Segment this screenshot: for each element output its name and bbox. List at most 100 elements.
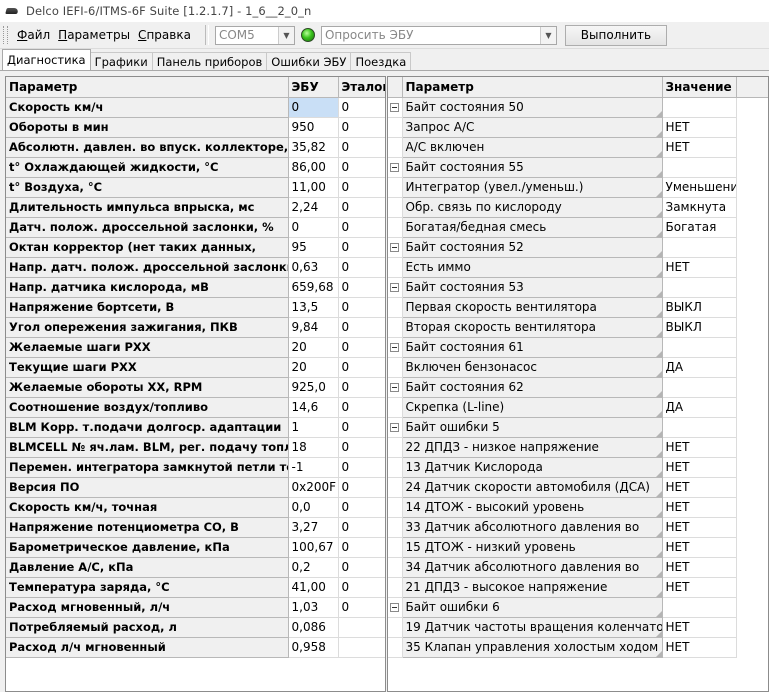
table-row[interactable]: Барометрическое давление, кПа 100,67 0 (6, 537, 385, 558)
table-row[interactable]: 14 ДТОЖ - высокий уровень НЕТ (388, 497, 768, 518)
tree-cell[interactable] (388, 97, 403, 118)
value-cell[interactable]: НЕТ (662, 537, 737, 558)
ecu-value-cell[interactable]: 18 (288, 437, 339, 458)
table-row[interactable]: Напряжение потенциометра СО, В 3,27 0 (6, 517, 385, 538)
value-cell[interactable] (662, 237, 737, 258)
ecu-value-cell[interactable]: -1 (288, 457, 339, 478)
table-row[interactable]: BLMCELL № яч.лам. BLM, рег. подачу топли… (6, 437, 385, 458)
value-cell[interactable]: НЕТ (662, 457, 737, 478)
reference-value-cell[interactable] (338, 637, 385, 658)
ecu-value-cell[interactable]: 0,0 (288, 497, 339, 518)
reference-value-cell[interactable]: 0 (338, 157, 385, 178)
reference-value-cell[interactable]: 0 (338, 377, 385, 398)
table-row[interactable]: Желаемые обороты ХХ, RPM 925,0 0 (6, 377, 385, 398)
reference-value-cell[interactable]: 0 (338, 357, 385, 378)
table-row[interactable]: Вторая скорость вентилятора ВЫКЛ (388, 317, 768, 338)
collapse-icon[interactable] (390, 162, 399, 172)
ecu-value-cell[interactable]: 41,00 (288, 577, 339, 598)
group-row[interactable]: Байт состояния 52 (388, 237, 768, 258)
ecu-value-cell[interactable]: 0,086 (288, 617, 339, 638)
reference-value-cell[interactable]: 0 (338, 277, 385, 298)
table-row[interactable]: Датч. полож. дроссельной заслонки, % 0 0 (6, 217, 385, 238)
tree-cell[interactable] (388, 417, 403, 438)
ecu-value-cell[interactable]: 20 (288, 337, 339, 358)
reference-value-cell[interactable]: 0 (338, 137, 385, 158)
group-row[interactable]: Байт состояния 53 (388, 277, 768, 298)
ecu-value-cell[interactable]: 95 (288, 237, 339, 258)
tree-cell[interactable] (388, 277, 403, 298)
table-row[interactable]: Обороты в мин 950 0 (6, 117, 385, 138)
value-cell[interactable]: ВЫКЛ (662, 297, 737, 318)
value-cell[interactable]: ДА (662, 397, 737, 418)
tab-ecu-errors[interactable]: Ошибки ЭБУ (266, 52, 352, 70)
ecu-value-cell[interactable]: 9,84 (288, 317, 339, 338)
group-row[interactable]: Байт состояния 62 (388, 377, 768, 398)
value-cell[interactable]: ДА (662, 357, 737, 378)
table-row[interactable]: 24 Датчик скорости автомобиля (ДСА) НЕТ (388, 477, 768, 498)
table-row[interactable]: Напр. датч. полож. дроссельной заслонки,… (6, 257, 385, 278)
collapse-icon[interactable] (390, 342, 399, 352)
table-row[interactable]: Давление А/С, кПа 0,2 0 (6, 557, 385, 578)
collapse-icon[interactable] (390, 242, 399, 252)
ecu-value-cell[interactable]: 20 (288, 357, 339, 378)
value-cell[interactable]: НЕТ (662, 477, 737, 498)
chevron-down-icon[interactable]: ▼ (277, 26, 294, 44)
table-row[interactable]: Версия ПО 0x200F 0 (6, 477, 385, 498)
table-row[interactable]: 33 Датчик абсолютного давления во НЕТ (388, 517, 768, 538)
chevron-down-icon[interactable]: ▼ (539, 26, 556, 44)
table-row[interactable]: Напряжение бортсети, В 13,5 0 (6, 297, 385, 318)
ecu-value-cell[interactable]: 0 (288, 97, 339, 118)
table-row[interactable]: Есть иммо НЕТ (388, 257, 768, 278)
table-row[interactable]: 21 ДПДЗ - высокое напряжение НЕТ (388, 577, 768, 598)
value-cell[interactable]: НЕТ (662, 437, 737, 458)
tree-cell[interactable] (388, 237, 403, 258)
table-row[interactable]: 22 ДПДЗ - низкое напряжение НЕТ (388, 437, 768, 458)
value-cell[interactable]: НЕТ (662, 577, 737, 598)
ecu-value-cell[interactable]: 35,82 (288, 137, 339, 158)
menu-parameters[interactable]: Параметры (54, 28, 134, 42)
reference-value-cell[interactable]: 0 (338, 337, 385, 358)
table-row[interactable]: Богатая/бедная смесь Богатая (388, 217, 768, 238)
value-cell[interactable]: НЕТ (662, 257, 737, 278)
table-row[interactable]: Октан корректор (нет таких данных, 95 0 (6, 237, 385, 258)
table-row[interactable]: t° Воздуха, °С 11,00 0 (6, 177, 385, 198)
tree-cell[interactable] (388, 157, 403, 178)
value-cell[interactable]: НЕТ (662, 117, 737, 138)
ecu-value-cell[interactable]: 950 (288, 117, 339, 138)
table-row[interactable]: Скрепка (L-line) ДА (388, 397, 768, 418)
ecu-value-cell[interactable]: 0,2 (288, 557, 339, 578)
column-header-reference[interactable]: Эталон (338, 77, 385, 98)
value-cell[interactable] (662, 377, 737, 398)
reference-value-cell[interactable] (338, 617, 385, 638)
table-row[interactable]: Угол опережения зажигания, ПКВ 9,84 0 (6, 317, 385, 338)
ecu-value-cell[interactable]: 13,5 (288, 297, 339, 318)
ecu-value-cell[interactable]: 0,63 (288, 257, 339, 278)
reference-value-cell[interactable]: 0 (338, 237, 385, 258)
ecu-value-cell[interactable]: 14,6 (288, 397, 339, 418)
reference-value-cell[interactable]: 0 (338, 317, 385, 338)
group-row[interactable]: Байт состояния 61 (388, 337, 768, 358)
value-cell[interactable] (662, 157, 737, 178)
table-row[interactable]: Текущие шаги РХХ 20 0 (6, 357, 385, 378)
value-cell[interactable]: ВЫКЛ (662, 317, 737, 338)
table-row[interactable]: 13 Датчик Кислорода НЕТ (388, 457, 768, 478)
tab-trip[interactable]: Поездка (350, 52, 412, 70)
reference-value-cell[interactable]: 0 (338, 397, 385, 418)
tree-cell[interactable] (388, 377, 403, 398)
ecu-value-cell[interactable]: 1,03 (288, 597, 339, 618)
value-cell[interactable] (662, 97, 737, 118)
ecu-value-cell[interactable]: 11,00 (288, 177, 339, 198)
reference-value-cell[interactable]: 0 (338, 417, 385, 438)
collapse-icon[interactable] (390, 382, 399, 392)
reference-value-cell[interactable]: 0 (338, 437, 385, 458)
reference-value-cell[interactable]: 0 (338, 297, 385, 318)
table-row[interactable]: Запрос А/С НЕТ (388, 117, 768, 138)
table-row[interactable]: Абсолютн. давлен. во впуск. коллекторе, … (6, 137, 385, 158)
value-cell[interactable] (662, 277, 737, 298)
column-header-ecu[interactable]: ЭБУ (288, 77, 339, 98)
table-row[interactable]: Длительность импульса впрыска, мс 2,24 0 (6, 197, 385, 218)
ecu-parameters-grid[interactable]: Параметр ЭБУ Эталон Скорость км/ч 0 0 Оборо… (5, 76, 386, 692)
value-cell[interactable] (662, 417, 737, 438)
reference-value-cell[interactable]: 0 (338, 477, 385, 498)
table-row[interactable]: Включен бензонасос ДА (388, 357, 768, 378)
